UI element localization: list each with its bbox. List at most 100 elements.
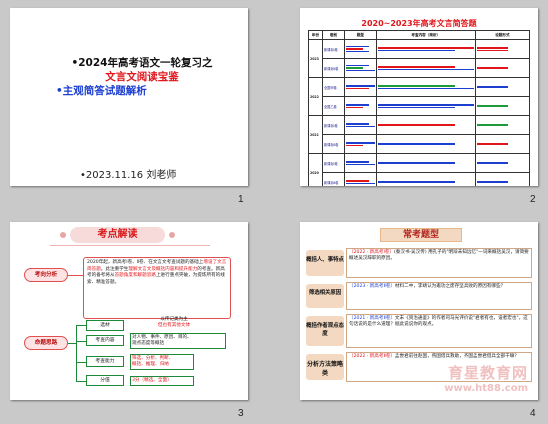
table-year-cell: 2020 bbox=[308, 153, 323, 186]
design-item-label: 考查内容 bbox=[86, 335, 124, 346]
question-type-label: 概括作者观点态度 bbox=[306, 316, 344, 346]
table-row: 新课标Ⅱ卷 bbox=[309, 134, 531, 154]
slide-4-title: 常考题型 bbox=[380, 228, 462, 242]
table-header-cell: 考查内容（简析） bbox=[375, 30, 476, 40]
table-cell bbox=[344, 96, 377, 116]
slide-thumbnail-3[interactable]: 考点解读 考向分析 2020年起，新高考Ⅰ卷、Ⅱ卷、在文言文考查试题的基础上增设… bbox=[10, 222, 248, 400]
slide-thumbnail-1[interactable]: •2024年高考语文一轮复习之 文言文阅读宝鉴 •主观简答试题解析 •2023.… bbox=[10, 8, 248, 186]
question-type-label: 分析方法策略类 bbox=[306, 354, 344, 380]
design-item-label: 选材 bbox=[86, 320, 124, 331]
connector-line bbox=[76, 381, 86, 382]
list-item: 概括人、事特点 〔2022 · 新高考Ⅰ卷〕(秦汉书·吴汉传) 用孔子的"明辩未… bbox=[306, 248, 532, 278]
table-cell bbox=[474, 77, 531, 97]
table-cell bbox=[375, 134, 476, 154]
table-cell bbox=[375, 115, 476, 135]
design-bracket bbox=[76, 325, 77, 381]
question-type-label: 概括人、事特点 bbox=[306, 250, 344, 276]
table-paper-cell: 新课标Ⅰ卷 bbox=[322, 115, 345, 135]
table-paper-cell: 全国甲卷 bbox=[322, 77, 345, 97]
table-cell bbox=[344, 172, 377, 186]
table-paper-cell: 新课标Ⅱ卷 bbox=[322, 172, 345, 186]
table-header-cell: 年份 bbox=[308, 30, 323, 40]
table-cell bbox=[344, 39, 377, 59]
table-row: 全国乙卷 bbox=[309, 96, 531, 116]
table-cell bbox=[344, 134, 377, 154]
watermark: 育星教育网 www.ht88.com bbox=[444, 362, 528, 394]
slide-1-date-author: •2023.11.16 刘老师 bbox=[80, 170, 177, 181]
table-row: 2021 新课标Ⅰ卷 bbox=[308, 115, 531, 154]
design-item-desc: 对人物、事件、原因、目的、 观点态度等概括 bbox=[130, 333, 226, 349]
table-cell bbox=[375, 153, 476, 173]
question-example: 〔2023 · 新高考Ⅱ卷〕材料二中，李靖认为邀功之废存坚兵败的原因有哪些？ bbox=[346, 282, 532, 310]
slide-3-title: 考点解读 bbox=[60, 227, 175, 243]
analysis-text-box: 2020年起，新高考Ⅰ卷、Ⅱ卷、在文言文考查试题的基础上增设了文言简答题。此注重… bbox=[83, 257, 231, 319]
slide-thumbnail-2[interactable]: 2020~2023年高考文言简答题 年份 卷别 题型 考查内容（简析） 设题形式… bbox=[300, 8, 538, 186]
table-header-cell: 卷别 bbox=[322, 30, 345, 40]
table-year-cell: 2021 bbox=[308, 115, 323, 154]
question-example: 〔2022 · 新高考Ⅰ卷〕(秦汉书·吴汉传) 用孔子的"明辩未知远忆"一词来概… bbox=[346, 248, 532, 278]
table-cell bbox=[474, 134, 531, 154]
table-cell bbox=[474, 58, 531, 78]
table-cell bbox=[375, 39, 476, 59]
slide-2-title: 2020~2023年高考文言简答题 bbox=[361, 19, 477, 28]
slide-thumbnail-4[interactable]: 常考题型 概括人、事特点 〔2022 · 新高考Ⅰ卷〕(秦汉书·吴汉传) 用孔子… bbox=[300, 222, 538, 400]
table-paper-cell: 新课标Ⅰ卷 bbox=[322, 153, 345, 173]
connector-line bbox=[68, 343, 76, 344]
label-analysis: 考向分析 bbox=[24, 268, 68, 282]
table-cell bbox=[375, 96, 476, 116]
list-item: 筛选相关原因 〔2023 · 新高考Ⅱ卷〕材料二中，李靖认为邀功之废存坚兵败的原… bbox=[306, 282, 532, 310]
analysis-text-b: 。此注重学生 bbox=[100, 266, 129, 272]
table-header-row: 年份 卷别 题型 考查内容（简析） 设题形式 bbox=[308, 30, 531, 40]
slide-1-title-block: •2024年高考语文一轮复习之 文言文阅读宝鉴 •主观简答试题解析 bbox=[42, 56, 242, 98]
table-cell bbox=[474, 115, 531, 135]
question-text: 孟尝君前往赵国，燕国借兵救助，齐国孟尝君借兵全部干嘛？ bbox=[394, 354, 519, 359]
table-cell bbox=[375, 58, 476, 78]
table-cell bbox=[344, 115, 377, 135]
table-paper-cell: 新课标Ⅱ卷 bbox=[322, 58, 345, 78]
design-item-label: 分值 bbox=[86, 375, 124, 386]
table-row: 2023 新课标Ⅰ卷 bbox=[308, 39, 531, 78]
table-cell bbox=[344, 58, 377, 78]
design-item-desc-line: 3分（精选、全面） bbox=[132, 378, 172, 383]
design-item-desc-line: 概括、推理、归纳 bbox=[132, 362, 169, 367]
slide-number-4: 4 bbox=[530, 408, 536, 419]
slide-number-2: 2 bbox=[530, 194, 536, 205]
question-source: 〔2023 · 新高考Ⅱ卷〕 bbox=[349, 284, 395, 289]
design-item-label: 考查能力 bbox=[86, 356, 124, 367]
slide-1-title-line-2: 文言文阅读宝鉴 bbox=[105, 71, 179, 83]
question-example: 〔2021 · 新高考Ⅱ卷〕文末《资治通鉴》的作者司马光评价说"君者有也，设者宏… bbox=[346, 314, 532, 348]
list-item: 概括作者观点态度 〔2021 · 新高考Ⅱ卷〕文末《资治通鉴》的作者司马光评价说… bbox=[306, 314, 532, 348]
table-cell bbox=[344, 77, 377, 97]
connector-line bbox=[76, 362, 86, 363]
table-cell bbox=[474, 172, 531, 186]
table-row: 新课标Ⅱ卷 bbox=[309, 172, 531, 186]
table-year-cell: 2023 bbox=[308, 39, 323, 78]
question-source: 〔2022 · 新高考Ⅰ卷〕 bbox=[349, 250, 394, 255]
design-item-desc-line: 观点态度等概括 bbox=[132, 341, 165, 346]
slide-2-table: 年份 卷别 题型 考查内容（简析） 设题形式 2023 新课标Ⅰ卷 新课标Ⅱ卷 … bbox=[308, 30, 531, 186]
table-paper-cell: 新课标Ⅱ卷 bbox=[322, 134, 345, 154]
label-design: 命题思路 bbox=[24, 336, 68, 350]
watermark-url: www.ht88.com bbox=[444, 383, 528, 394]
question-type-label: 筛选相关原因 bbox=[306, 284, 344, 308]
slide-1-title-line-1: •2024年高考语文一轮复习之 bbox=[71, 57, 213, 69]
table-cell bbox=[375, 77, 476, 97]
connector-line bbox=[76, 325, 86, 326]
design-item-desc-line: 但也有其他文体 bbox=[157, 323, 191, 328]
design-item-desc: 筛选、分析、判断、 概括、推理、归纳 bbox=[130, 354, 194, 370]
table-cell bbox=[474, 96, 531, 116]
table-paper-cell: 全国乙卷 bbox=[322, 96, 345, 116]
table-cell bbox=[474, 153, 531, 173]
watermark-cn: 育星教育网 bbox=[447, 364, 528, 382]
design-item-desc: 以传记类为主 但也有其他文体 bbox=[134, 317, 214, 329]
design-item-desc: 3分（精选、全面） bbox=[130, 376, 194, 386]
table-row: 2020 新课标Ⅰ卷 bbox=[308, 153, 531, 186]
table-year-cell: 2022 bbox=[308, 77, 323, 116]
table-row: 新课标Ⅱ卷 bbox=[309, 58, 531, 78]
analysis-text-highlight-3: 答题角度和解题思路 bbox=[114, 273, 156, 279]
table-row: 2022 全国甲卷 bbox=[308, 77, 531, 116]
question-source: 〔2022 · 新高考Ⅱ卷〕 bbox=[349, 354, 395, 359]
table-header-cell: 设题形式 bbox=[474, 30, 531, 40]
analysis-text-highlight-2: 理解文言文及概括内容和提升能力 bbox=[128, 266, 198, 272]
connector-line bbox=[76, 341, 86, 342]
